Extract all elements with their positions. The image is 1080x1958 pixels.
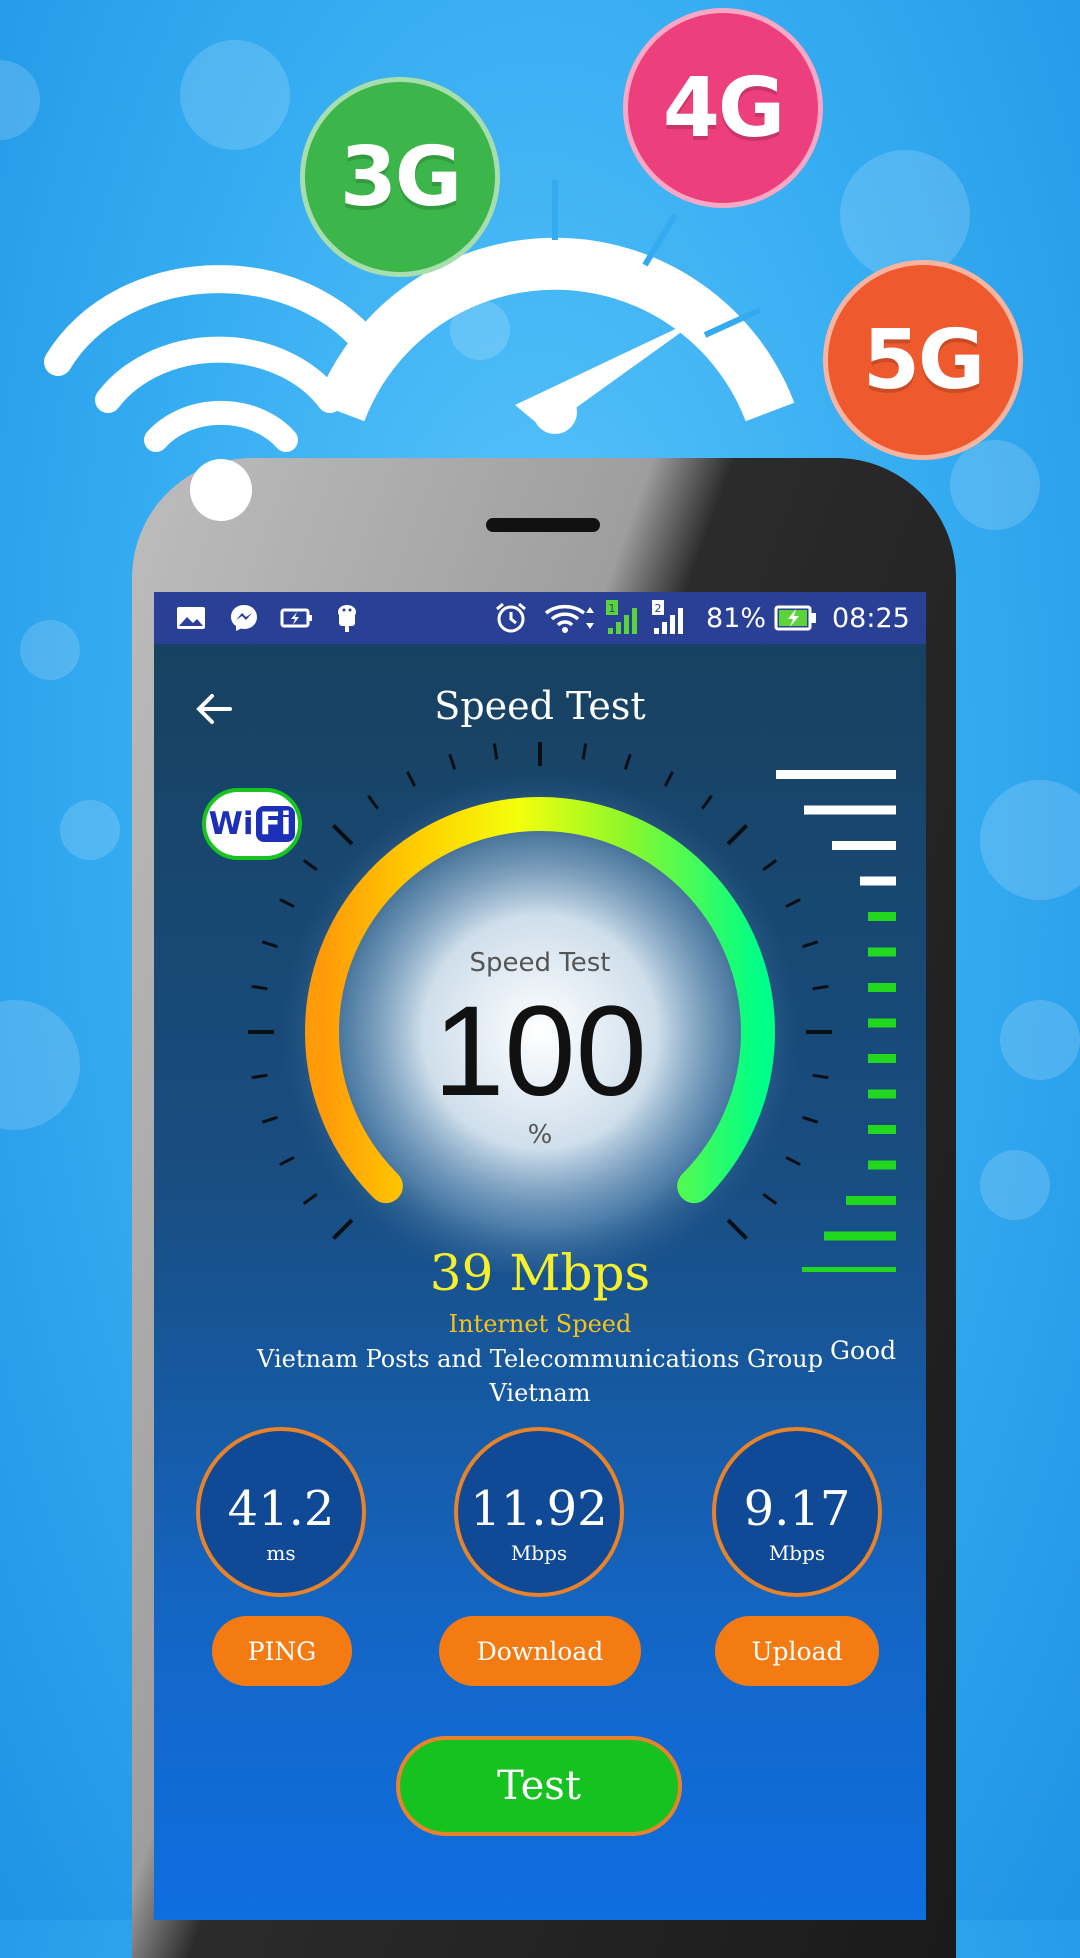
signal-bar bbox=[868, 912, 896, 921]
gauge-tick bbox=[812, 1073, 829, 1080]
battery-saver-icon bbox=[280, 600, 314, 636]
signal-bar bbox=[832, 841, 896, 850]
phone-screen: 1 2 81% 08:25 Speed Test Wi Fi Speed Tes… bbox=[154, 592, 926, 1920]
signal-bar bbox=[868, 1125, 896, 1134]
gauge-tick bbox=[251, 1073, 268, 1080]
gauge-tick bbox=[762, 859, 778, 871]
bokeh-circle bbox=[20, 620, 80, 680]
signal-bar bbox=[824, 1231, 896, 1241]
isp-info: Vietnam Posts and Telecommunications Gro… bbox=[224, 1342, 856, 1410]
promo-wifi-icon bbox=[44, 265, 394, 452]
gauge-tick bbox=[492, 743, 499, 760]
signal-bar bbox=[804, 805, 896, 815]
gauge-tick bbox=[726, 824, 748, 846]
signal-quality-label: Good bbox=[830, 1336, 897, 1365]
signal-sim2-icon: 2 bbox=[650, 600, 690, 636]
status-bar: 1 2 81% 08:25 bbox=[154, 592, 926, 644]
gauge-value: 100 bbox=[433, 980, 647, 1123]
gauge-tick bbox=[279, 898, 295, 909]
signal-bar bbox=[868, 1089, 896, 1099]
gauge-tick bbox=[279, 1155, 295, 1166]
download-stat: 11.92 Mbps bbox=[454, 1427, 624, 1597]
bokeh-circle bbox=[980, 780, 1080, 900]
gauge-tick bbox=[581, 743, 588, 760]
badge-3g: 3G bbox=[300, 77, 500, 277]
isp-name: Vietnam Posts and Telecommunications Gro… bbox=[257, 1345, 823, 1373]
gauge-tick bbox=[701, 794, 713, 810]
gauge-tick bbox=[802, 1115, 819, 1124]
bokeh-circle bbox=[60, 800, 120, 860]
download-value: 11.92 bbox=[470, 1481, 608, 1537]
signal-bar bbox=[868, 947, 896, 957]
gauge-tick bbox=[762, 1193, 778, 1205]
upload-value: 9.17 bbox=[743, 1481, 851, 1537]
badge-5g: 5G bbox=[823, 260, 1023, 460]
test-button[interactable]: Test bbox=[396, 1736, 682, 1836]
signal-bar bbox=[846, 1196, 896, 1205]
signal-bar bbox=[868, 983, 896, 992]
messenger-icon bbox=[228, 600, 260, 636]
signal-bar bbox=[868, 1054, 896, 1063]
gauge-tick bbox=[251, 984, 268, 991]
gauge-tick bbox=[302, 859, 318, 871]
signal-sim1-icon: 1 bbox=[604, 600, 644, 636]
signal-bar bbox=[868, 1018, 896, 1028]
gallery-icon bbox=[176, 600, 206, 636]
upload-button[interactable]: Upload bbox=[715, 1616, 879, 1686]
ping-button[interactable]: PING bbox=[212, 1616, 352, 1686]
gauge-tick bbox=[332, 1218, 354, 1240]
bokeh-circle bbox=[0, 1000, 80, 1130]
bokeh-circle bbox=[1000, 1000, 1080, 1080]
alarm-icon bbox=[494, 600, 528, 636]
internet-speed-value: 39 Mbps bbox=[429, 1244, 651, 1302]
download-button[interactable]: Download bbox=[439, 1616, 641, 1686]
ping-unit: ms bbox=[266, 1541, 296, 1565]
upload-stat: 9.17 Mbps bbox=[712, 1427, 882, 1597]
upload-unit: Mbps bbox=[768, 1541, 826, 1565]
gauge-tick bbox=[367, 794, 379, 810]
gauge-unit: % bbox=[527, 1120, 553, 1150]
gauge-tick bbox=[623, 753, 632, 770]
ping-stat: 41.2 ms bbox=[196, 1427, 366, 1597]
download-unit: Mbps bbox=[510, 1541, 568, 1565]
gauge-tick bbox=[785, 1155, 801, 1166]
badge-4g: 4G bbox=[623, 8, 823, 208]
gauge-tick bbox=[302, 1193, 318, 1205]
page-title: Speed Test bbox=[434, 684, 646, 728]
isp-country: Vietnam bbox=[489, 1379, 591, 1407]
internet-speed-label: Internet Speed bbox=[448, 1310, 632, 1338]
phone-speaker bbox=[486, 518, 600, 532]
phone-camera bbox=[190, 459, 252, 521]
gauge-caption: Speed Test bbox=[469, 948, 611, 978]
wifi-icon bbox=[544, 600, 600, 636]
battery-percent: 81% bbox=[706, 602, 767, 634]
battery-charging-icon bbox=[774, 600, 818, 636]
ping-value: 41.2 bbox=[227, 1481, 335, 1537]
android-debug-icon bbox=[334, 600, 360, 636]
bokeh-circle bbox=[980, 1150, 1050, 1220]
gauge-tick bbox=[261, 940, 278, 949]
gauge-tick bbox=[406, 771, 417, 787]
gauge-tick bbox=[261, 1115, 278, 1124]
gauge-tick bbox=[448, 753, 457, 770]
gauge-tick bbox=[663, 771, 674, 787]
signal-bar bbox=[868, 1160, 896, 1170]
status-time: 08:25 bbox=[832, 602, 910, 634]
signal-bar bbox=[860, 876, 896, 886]
svg-text:1: 1 bbox=[609, 602, 616, 615]
svg-text:2: 2 bbox=[655, 602, 662, 615]
gauge-tick bbox=[812, 984, 829, 991]
signal-bar bbox=[776, 770, 896, 779]
gauge-tick bbox=[785, 898, 801, 909]
gauge-tick bbox=[726, 1218, 748, 1240]
gauge-tick bbox=[332, 824, 354, 846]
gauge-tick bbox=[802, 940, 819, 949]
